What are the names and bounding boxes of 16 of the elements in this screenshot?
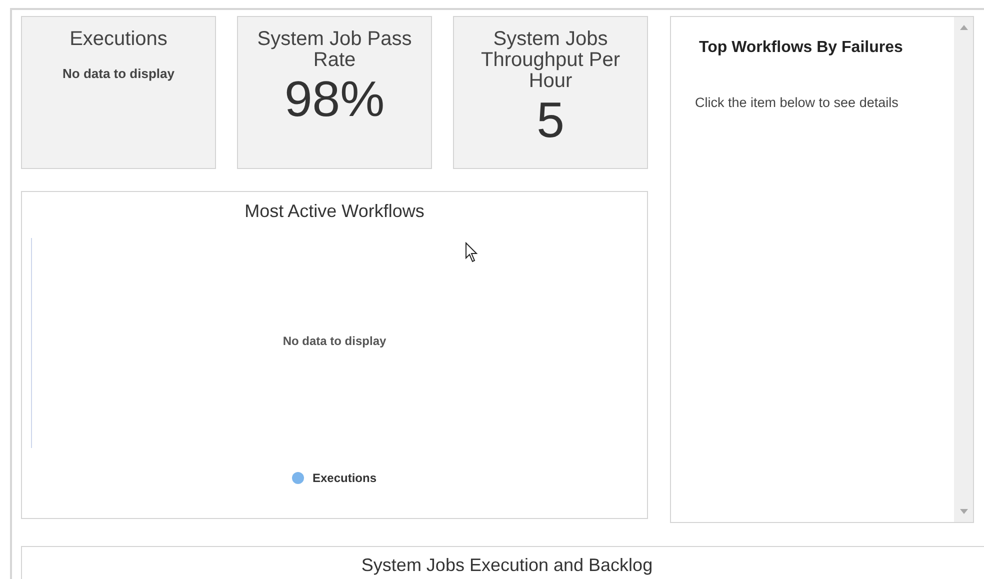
- cursor-icon: [465, 242, 478, 263]
- chart-title: System Jobs Execution and Backlog: [361, 555, 653, 576]
- tile-title: System Jobs Throughput Per Hour: [480, 29, 621, 92]
- scroll-down-icon[interactable]: [960, 509, 968, 514]
- scrollbar[interactable]: [954, 17, 973, 522]
- panel-title: Top Workflows By Failures: [699, 39, 904, 57]
- legend-label[interactable]: Executions: [312, 471, 377, 485]
- tile-title: System Job Pass Rate: [256, 29, 413, 71]
- hint-text: Click the item below to see details: [695, 95, 900, 110]
- chart-title: Most Active Workflows: [244, 201, 424, 222]
- kpi-value: 98%: [283, 73, 386, 125]
- no-data-message: No data to display: [62, 66, 176, 81]
- kpi-value: 5: [536, 94, 566, 146]
- scroll-up-icon[interactable]: [960, 25, 968, 30]
- no-data-message: No data to display: [282, 334, 388, 348]
- tile-title: Executions: [68, 29, 168, 50]
